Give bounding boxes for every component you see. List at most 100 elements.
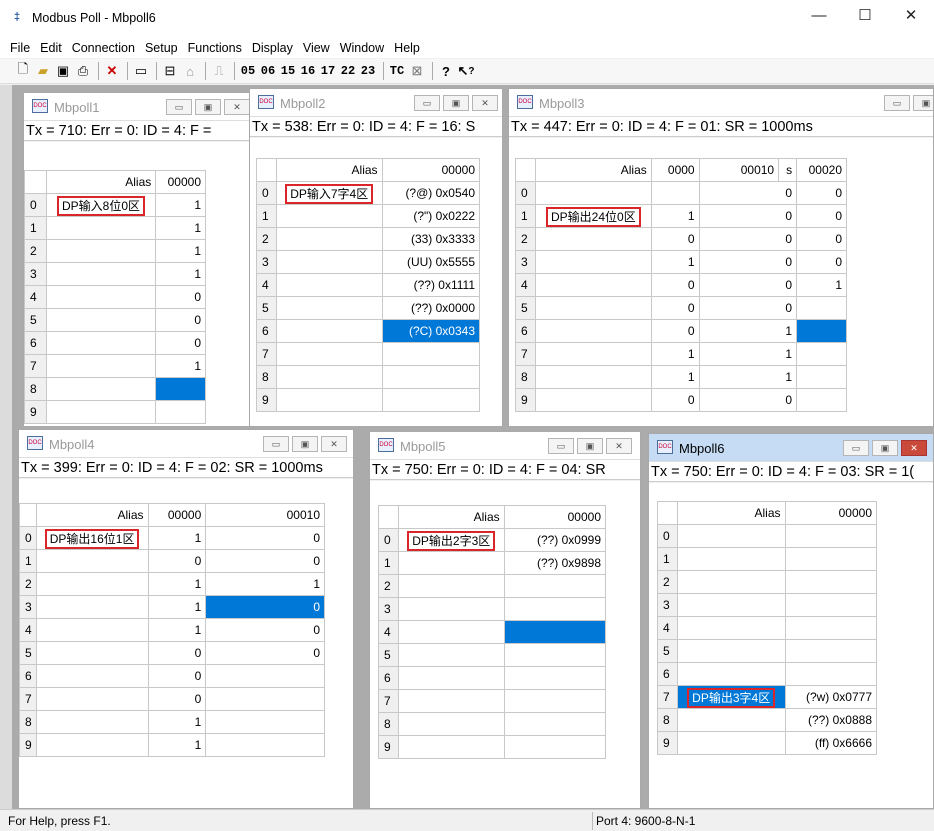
function-15-button[interactable]: 15 (279, 61, 297, 81)
value-cell[interactable]: (?@) 0x0540 (381, 181, 481, 205)
alias-cell[interactable] (676, 662, 786, 686)
value-cell[interactable]: 0 (650, 273, 700, 297)
child-minimize-button[interactable]: ▭ (843, 440, 869, 456)
alias-cell[interactable]: DP输出24位0区 (546, 206, 641, 227)
child-maximize-button[interactable]: ▣ (292, 436, 318, 452)
menu-window[interactable]: Window (340, 41, 390, 55)
alias-cell[interactable] (676, 547, 786, 571)
value-cell[interactable]: 1 (698, 319, 798, 343)
child-maximize-button[interactable]: ▣ (195, 99, 221, 115)
menu-edit[interactable]: Edit (40, 41, 68, 55)
value-cell[interactable]: 0 (147, 664, 207, 688)
alias-cell[interactable] (45, 285, 157, 309)
value-cell[interactable]: (?w) 0x0777 (784, 685, 877, 709)
value-cell[interactable]: 1 (147, 733, 207, 757)
value-cell[interactable] (784, 639, 877, 663)
value-cell[interactable]: (??) 0x0999 (503, 528, 607, 552)
delete-icon[interactable]: ✕ (103, 61, 121, 81)
value-cell[interactable]: 0 (796, 227, 847, 251)
selected-alias-cell[interactable]: DP输出3字4区 (687, 687, 776, 708)
value-cell[interactable]: 0 (205, 641, 325, 665)
value-cell[interactable] (503, 712, 607, 736)
context-help-icon[interactable]: ↖? (457, 61, 475, 81)
alias-cell[interactable] (45, 216, 157, 240)
value-cell[interactable]: 1 (147, 710, 207, 734)
mbpoll4-titlebar[interactable]: DOC Mbpoll4 ▭ ▣ ✕ (19, 430, 353, 458)
value-cell[interactable]: 1 (698, 342, 798, 366)
value-cell[interactable]: (33) 0x3333 (381, 227, 481, 251)
alias-cell[interactable] (676, 616, 786, 640)
alias-cell[interactable] (397, 620, 505, 644)
save-icon[interactable]: ▣ (54, 61, 72, 81)
alias-cell[interactable] (275, 365, 383, 389)
value-cell[interactable] (503, 597, 607, 621)
selected-value-cell[interactable]: 0 (205, 595, 325, 619)
value-cell[interactable]: 0 (205, 618, 325, 642)
value-cell[interactable] (784, 662, 877, 686)
alias-cell[interactable] (397, 666, 505, 690)
value-cell[interactable]: 1 (155, 239, 206, 263)
value-cell[interactable]: 1 (147, 572, 207, 596)
child-minimize-button[interactable]: ▭ (548, 438, 574, 454)
selected-value-cell[interactable] (155, 377, 206, 401)
mbpoll6-titlebar[interactable]: DOC Mbpoll6 ▭ ▣ ✕ (649, 434, 933, 462)
value-cell[interactable]: 0 (147, 687, 207, 711)
value-cell[interactable]: 1 (650, 342, 700, 366)
alias-cell[interactable] (534, 296, 652, 320)
function-06-button[interactable]: 06 (259, 61, 277, 81)
alias-cell[interactable] (35, 710, 149, 734)
close-button[interactable]: ✕ (888, 0, 934, 30)
child-minimize-button[interactable]: ▭ (414, 95, 440, 111)
value-cell[interactable] (205, 664, 325, 688)
alias-cell[interactable] (676, 731, 786, 755)
value-cell[interactable]: 1 (155, 193, 206, 217)
function-16-button[interactable]: 16 (299, 61, 317, 81)
child-close-button[interactable]: ✕ (224, 99, 250, 115)
alias-cell[interactable] (534, 365, 652, 389)
mbpoll2-window[interactable]: DOC Mbpoll2 ▭ ▣ ✕ Tx = 538: Err = 0: ID … (249, 88, 503, 427)
value-cell[interactable]: (?") 0x0222 (381, 204, 481, 228)
selected-value-cell[interactable] (796, 319, 847, 343)
value-cell[interactable]: 1 (147, 618, 207, 642)
alias-cell[interactable] (397, 735, 505, 759)
value-cell[interactable] (784, 547, 877, 571)
mbpoll1-titlebar[interactable]: DOC Mbpoll1 ▭ ▣ ✕ (24, 93, 254, 121)
value-cell[interactable] (784, 616, 877, 640)
mbpoll5-titlebar[interactable]: DOC Mbpoll5 ▭ ▣ ✕ (370, 432, 640, 460)
maximize-button[interactable]: ☐ (842, 0, 888, 30)
menu-display[interactable]: Display (252, 41, 299, 55)
alias-cell[interactable]: DP输入8位0区 (56, 195, 146, 216)
child-maximize-button[interactable]: ▣ (577, 438, 603, 454)
alias-cell[interactable] (275, 273, 383, 297)
traffic-button[interactable]: TC (388, 61, 406, 81)
value-cell[interactable]: 1 (155, 262, 206, 286)
value-cell[interactable]: 0 (796, 181, 847, 205)
alias-cell[interactable] (397, 689, 505, 713)
value-cell[interactable] (205, 710, 325, 734)
alias-cell[interactable] (534, 273, 652, 297)
alias-cell[interactable] (397, 551, 505, 575)
menu-view[interactable]: View (303, 41, 336, 55)
alias-cell[interactable] (35, 664, 149, 688)
value-cell[interactable]: 1 (155, 216, 206, 240)
alias-cell[interactable] (35, 595, 149, 619)
new-icon[interactable]: 🗋 (14, 61, 32, 81)
mbpoll4-window[interactable]: DOC Mbpoll4 ▭ ▣ ✕ Tx = 399: Err = 0: ID … (18, 429, 354, 809)
value-cell[interactable] (155, 400, 206, 424)
menu-file[interactable]: File (10, 41, 36, 55)
minimize-button[interactable]: — (796, 0, 842, 30)
child-maximize-button[interactable]: ▣ (913, 95, 933, 111)
alias-cell[interactable] (275, 204, 383, 228)
alias-cell[interactable] (35, 549, 149, 573)
selected-value-cell[interactable]: (?C) 0x0343 (381, 319, 481, 343)
alias-cell[interactable]: DP输出2字3区 (407, 530, 496, 551)
child-close-button[interactable]: ✕ (901, 440, 927, 456)
function-17-button[interactable]: 17 (319, 61, 337, 81)
alias-cell[interactable] (275, 342, 383, 366)
mbpoll2-titlebar[interactable]: DOC Mbpoll2 ▭ ▣ ✕ (250, 89, 502, 117)
selected-value-cell[interactable] (503, 620, 607, 644)
alias-cell[interactable] (676, 524, 786, 548)
alias-cell[interactable] (676, 570, 786, 594)
value-cell[interactable]: (ff) 0x6666 (784, 731, 877, 755)
value-cell[interactable]: 0 (698, 227, 798, 251)
